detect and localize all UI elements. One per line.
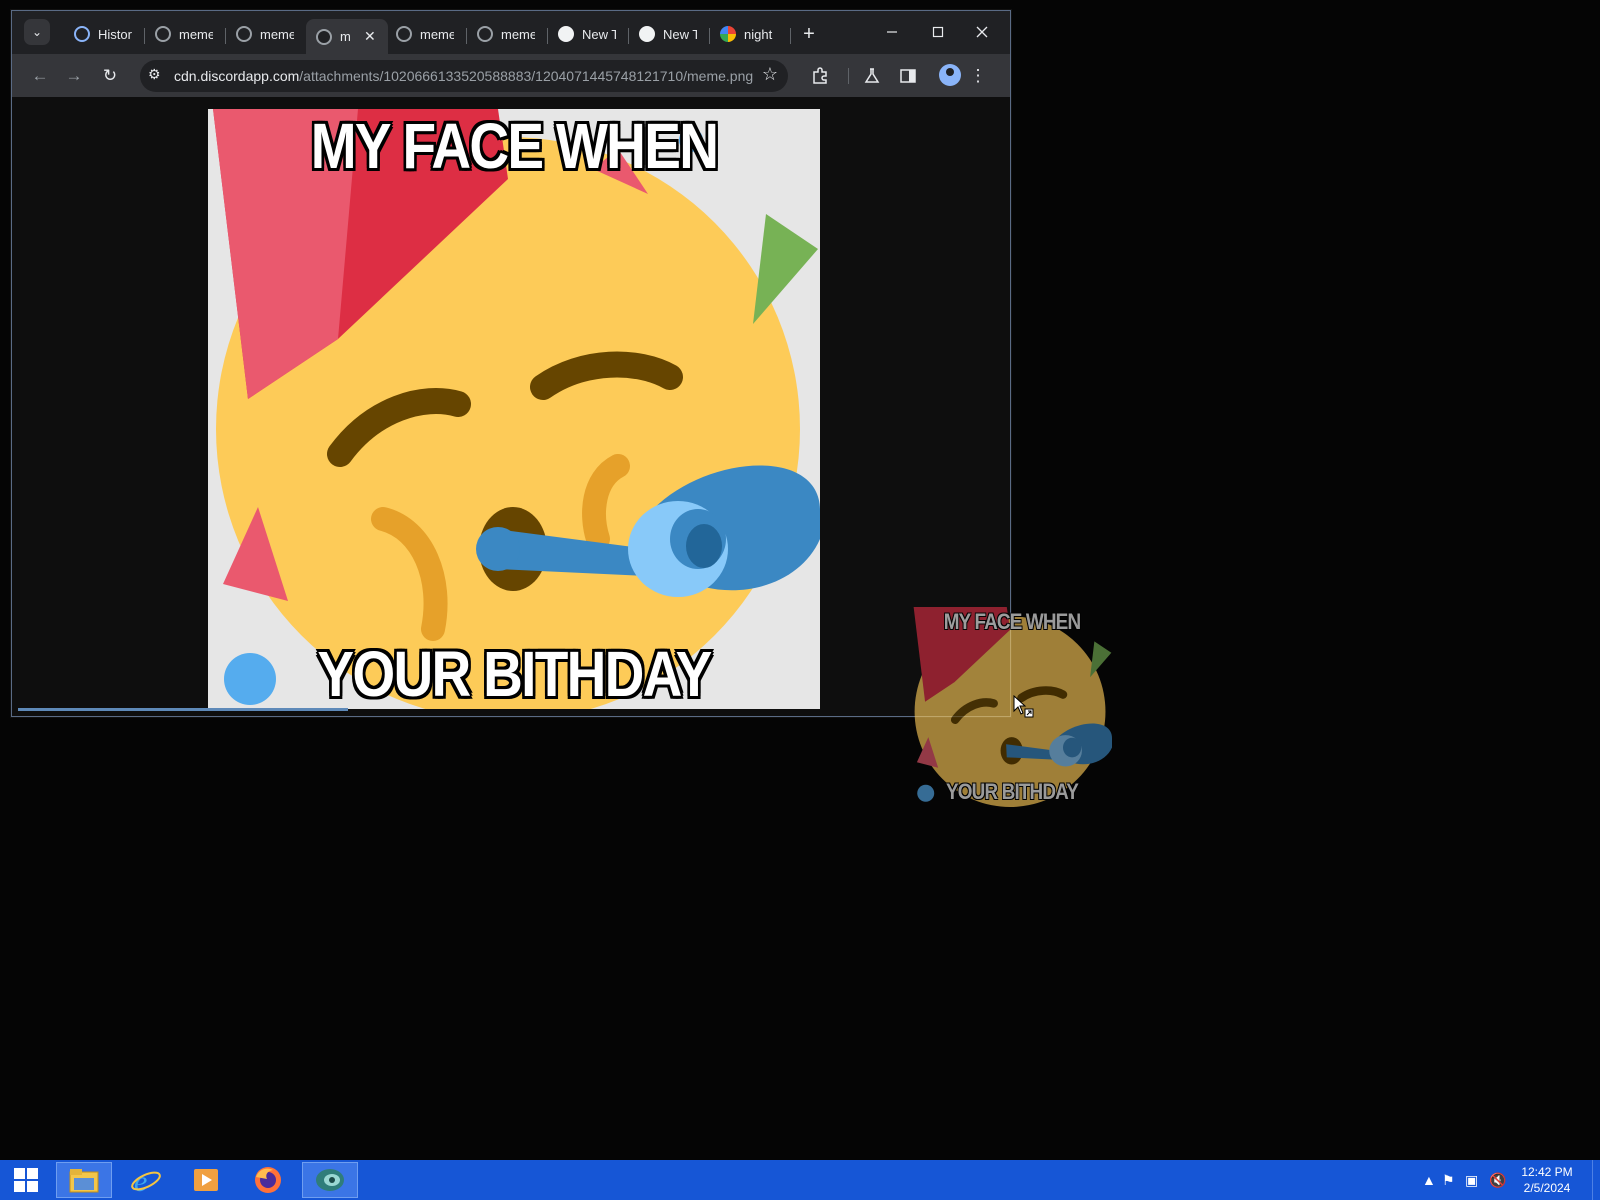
url-domain: cdn.discordapp.com (174, 68, 300, 84)
taskbar-chrome-dev[interactable] (302, 1162, 358, 1198)
tab-meme-4[interactable]: meme (467, 19, 545, 49)
side-panel-button[interactable] (894, 62, 922, 90)
ghost-top-caption: MY FACE WHEN (943, 609, 1081, 634)
firefox-icon (255, 1167, 281, 1193)
chat-icon (639, 26, 655, 42)
tab-label: meme (179, 26, 213, 42)
flask-icon (864, 68, 880, 83)
drag-ghost-image: MY FACE WHEN YOUR BITHDAY (912, 607, 1112, 807)
tab-label: meme (501, 26, 535, 42)
taskbar-internet-explorer[interactable]: e (118, 1162, 174, 1198)
puzzle-icon (813, 67, 827, 84)
close-icon (976, 26, 988, 38)
browser-window: ⌄ Histor meme meme m ✕ meme meme New T N… (11, 10, 1011, 717)
site-info-icon[interactable]: ⚙ (148, 66, 161, 83)
url-text: cdn.discordapp.com/attachments/102066613… (174, 68, 753, 84)
folder-icon (69, 1169, 99, 1193)
globe-icon (396, 26, 412, 42)
tab-label: meme (260, 26, 294, 42)
clock-time: 12:42 PM (1521, 1165, 1573, 1179)
maximize-button[interactable] (916, 17, 960, 47)
extensions-button[interactable] (806, 62, 834, 90)
tab-meme-3[interactable]: meme (386, 19, 464, 49)
more-vert-icon: ⋮ (969, 66, 987, 85)
taskbar: e ▲ ⚑ ▣ 🔇 12:42 PM 2/5/2024 (0, 1160, 1600, 1200)
menu-button[interactable]: ⋮ (964, 62, 992, 90)
tab-label: night (744, 26, 773, 42)
maximize-icon (932, 26, 944, 38)
reload-icon: ↻ (102, 66, 118, 85)
show-desktop-button[interactable] (1592, 1160, 1600, 1200)
tab-label: m (340, 29, 351, 44)
tab-label: meme (420, 26, 454, 42)
meme-top-caption: MY FACE WHEN (310, 110, 719, 182)
network-icon[interactable]: ▣ (1465, 1172, 1478, 1189)
tab-night[interactable]: night (710, 19, 788, 49)
back-button[interactable]: ← (26, 62, 54, 90)
close-window-button[interactable] (960, 17, 1004, 47)
globe-icon (477, 26, 493, 42)
globe-icon (316, 28, 332, 45)
action-center-flag-icon[interactable]: ⚑ (1442, 1172, 1455, 1189)
address-bar[interactable]: ⚙ cdn.discordapp.com/attachments/1020666… (140, 60, 788, 92)
google-icon (720, 26, 736, 42)
mouse-cursor-icon (1013, 695, 1034, 718)
tab-meme-1[interactable]: meme (145, 19, 223, 49)
system-clock[interactable]: 12:42 PM 2/5/2024 (1512, 1164, 1582, 1196)
side-panel-icon (900, 69, 916, 83)
reload-button[interactable]: ↻ (96, 62, 124, 90)
party-face-illustration (213, 109, 820, 709)
party-face-thumbnail (913, 607, 1112, 807)
page-viewport: MY FACE WHEN YOUR BITHDAY (18, 97, 1002, 709)
browser-toolbar: ← → ↻ ⚙ cdn.discordapp.com/attachments/1… (12, 54, 1010, 97)
forward-button[interactable]: → (60, 62, 88, 90)
media-player-icon (194, 1169, 218, 1191)
tab-meme-2[interactable]: meme (226, 19, 304, 49)
globe-icon (155, 26, 171, 42)
close-tab-icon[interactable]: ✕ (364, 28, 376, 45)
tab-new-2[interactable]: New T (629, 19, 707, 49)
forward-arrow-icon: → (65, 66, 83, 85)
tab-label: Histor (98, 26, 132, 42)
internet-explorer-icon: e (131, 1165, 161, 1196)
tab-label: New T (663, 26, 697, 42)
taskbar-media-player[interactable] (178, 1162, 234, 1198)
globe-icon (236, 26, 252, 42)
minimize-button[interactable] (870, 17, 914, 47)
tab-history[interactable]: Histor (64, 19, 142, 49)
download-progress-bar (18, 708, 348, 711)
bookmark-star-icon[interactable]: ☆ (762, 64, 778, 85)
browser-app-icon (316, 1169, 344, 1191)
tab-new-1[interactable]: New T (548, 19, 626, 49)
tab-search-button[interactable]: ⌄ (24, 19, 50, 45)
tab-label: New T (582, 26, 616, 42)
meme-image[interactable]: MY FACE WHEN YOUR BITHDAY (208, 109, 820, 709)
profile-avatar[interactable] (939, 64, 961, 86)
labs-button[interactable] (858, 62, 886, 90)
clock-date: 2/5/2024 (1523, 1181, 1571, 1195)
chat-icon (558, 26, 574, 42)
start-button[interactable] (4, 1162, 48, 1198)
minimize-icon (887, 31, 897, 33)
back-arrow-icon: ← (31, 66, 49, 85)
meme-bottom-caption: YOUR BITHDAY (317, 638, 712, 709)
tab-strip: ⌄ Histor meme meme m ✕ meme meme New T N… (12, 11, 1010, 54)
show-hidden-icons-button[interactable]: ▲ (1422, 1172, 1436, 1188)
taskbar-file-explorer[interactable] (56, 1162, 112, 1198)
url-path: /attachments/1020666133520588883/1204071… (299, 68, 754, 84)
taskbar-firefox[interactable] (240, 1162, 296, 1198)
volume-muted-icon[interactable]: 🔇 (1489, 1172, 1506, 1189)
ghost-bottom-caption: YOUR BITHDAY (946, 779, 1079, 804)
new-tab-button[interactable]: + (796, 21, 822, 47)
tab-meme-active[interactable]: m ✕ (306, 19, 388, 54)
windows-logo-icon (14, 1168, 38, 1192)
history-icon (74, 26, 90, 42)
